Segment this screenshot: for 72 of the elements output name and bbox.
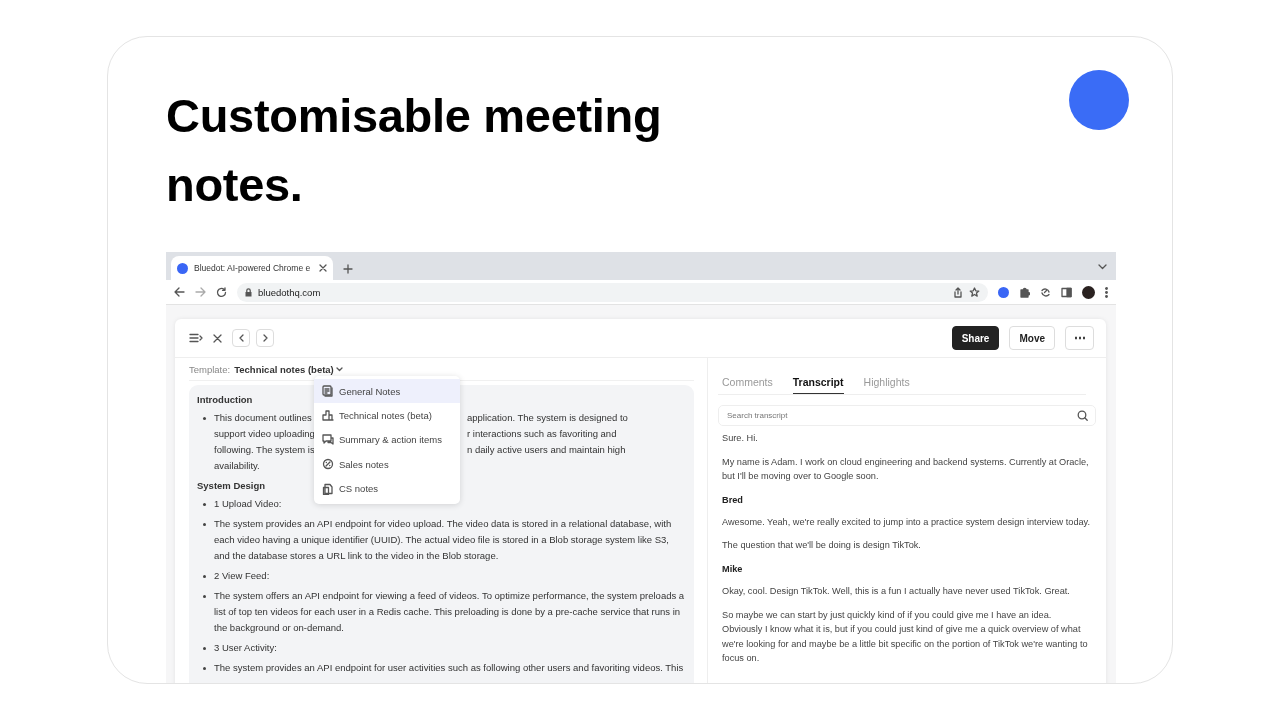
- sidebar-icon[interactable]: [1061, 286, 1072, 298]
- text-fragment: n daily active users and maintain high: [467, 443, 626, 457]
- more-button[interactable]: ⋯: [1065, 326, 1094, 350]
- bullet-text: 2 View Feed:: [214, 569, 270, 583]
- share-icon[interactable]: [953, 286, 963, 298]
- puzzle-icon[interactable]: [1019, 286, 1030, 298]
- bullet-text: 1 Upload Video:: [214, 497, 282, 511]
- sync-icon[interactable]: [1040, 286, 1051, 298]
- move-button[interactable]: Move: [1009, 326, 1055, 350]
- section-heading: Introduction: [197, 393, 253, 407]
- favicon-icon: [177, 262, 188, 274]
- panel-tab[interactable]: Transcript: [792, 376, 844, 394]
- text-fragment: r interactions such as favoriting and: [467, 427, 617, 441]
- text-fragment: following. The system is: [214, 443, 315, 457]
- extension-icon[interactable]: [998, 286, 1009, 298]
- bullet-icon: [203, 417, 206, 420]
- address-bar[interactable]: bluedothq.com: [237, 282, 988, 302]
- text-fragment: application. The system is designed to: [467, 411, 628, 425]
- lock-icon: [245, 287, 252, 297]
- transcript-text: So maybe we can start by just quickly kind of if you could give me I have an idea. Obviously I know what it is, but if you could just kind of give me a quick overview of what we're looking for and maybe be a little bit specific on the portion of TikTok we're wanting to focus on.: [722, 608, 1089, 666]
- chevron-left-icon: [238, 334, 244, 342]
- avatar-icon[interactable]: [1082, 285, 1095, 299]
- section-heading: System Design: [197, 479, 266, 493]
- template-label: Template:: [189, 364, 231, 375]
- chevron-right-icon: [262, 334, 268, 342]
- close-icon[interactable]: [213, 333, 222, 343]
- reload-icon[interactable]: [216, 286, 227, 298]
- bullet-icon: [203, 595, 206, 598]
- text-fragment: This document outlines: [214, 411, 312, 425]
- menu-item[interactable]: General Notes: [314, 379, 460, 404]
- transcript-text: The question that we'll be doing is design TikTok.: [722, 539, 922, 553]
- bullet-text: The system provides an API endpoint for user activities such as following other users and favoriting videos. This: [214, 661, 684, 675]
- menu-item[interactable]: Sales notes: [314, 452, 460, 477]
- template-icon: [322, 409, 334, 422]
- kebab-menu-icon[interactable]: [1105, 286, 1108, 298]
- close-icon[interactable]: [319, 264, 327, 272]
- bullet-icon: [203, 503, 206, 506]
- template-icon: [322, 482, 334, 495]
- menu-item[interactable]: Summary & action items: [314, 427, 460, 453]
- bullet-text: The system offers an API endpoint for viewing a feed of videos. To optimize performance, the system preloads a list of top ten videos for each user in a Redis cache. This preloading is done by a pre-cache service that runs in the background or on-demand.: [214, 589, 686, 635]
- star-icon[interactable]: [969, 286, 980, 298]
- text-fragment: support video uploading: [214, 427, 315, 441]
- menu-item[interactable]: CS notes: [314, 476, 460, 501]
- browser-tab[interactable]: Bluedot: AI-powered Chrome e: [171, 256, 333, 280]
- template-icon: [322, 458, 334, 471]
- menu-item[interactable]: Technical notes (beta): [314, 403, 460, 428]
- template-dropdown[interactable]: Technical notes (beta): [234, 364, 334, 375]
- search-field[interactable]: Search transcript: [718, 405, 1096, 426]
- bullet-icon: [203, 523, 206, 526]
- speaker-name: Bred: [722, 493, 744, 507]
- bullet-text: The system provides an API endpoint for video upload. The video data is stored in a relational database, with each video having a unique identifier (UUID). The actual video file is stored in a Blob storage system like S3, and the database stores a URL link to the video in the Blob storage.: [214, 517, 673, 563]
- template-icon: [322, 433, 334, 446]
- speaker-name: Mike: [722, 562, 744, 576]
- decorative-circle: [1069, 70, 1129, 130]
- new-tab-icon[interactable]: [343, 264, 353, 274]
- chevron-down-icon[interactable]: [1098, 264, 1107, 270]
- transcript-text: Sure. Hi.: [722, 432, 759, 445]
- bullet-icon: [203, 575, 206, 578]
- template-icon: [322, 385, 334, 398]
- share-button[interactable]: Share: [951, 326, 1000, 350]
- transcript-text: My name is Adam. I work on cloud engineering and backend systems. Currently at Oracle, but I'll be moving over to Google soon.: [722, 455, 1090, 484]
- back-icon[interactable]: [174, 287, 185, 297]
- transcript-text: Okay, cool. Design TikTok. Well, this is a fun I actually have never used TikTok. Great.: [722, 584, 1071, 598]
- search-icon[interactable]: [1077, 410, 1088, 421]
- text-fragment: availability.: [214, 459, 260, 473]
- bullet-icon: [203, 667, 206, 670]
- headline: Customisable meeting notes.: [166, 88, 663, 213]
- collapse-menu-icon[interactable]: [189, 333, 203, 343]
- chevron-down-icon[interactable]: [335, 367, 343, 372]
- bullet-text: 3 User Activity:: [214, 641, 277, 655]
- bullet-icon: [203, 647, 206, 650]
- transcript-text: Awesome. Yeah, we're really excited to jump into a practice system design interview today.: [722, 515, 1092, 529]
